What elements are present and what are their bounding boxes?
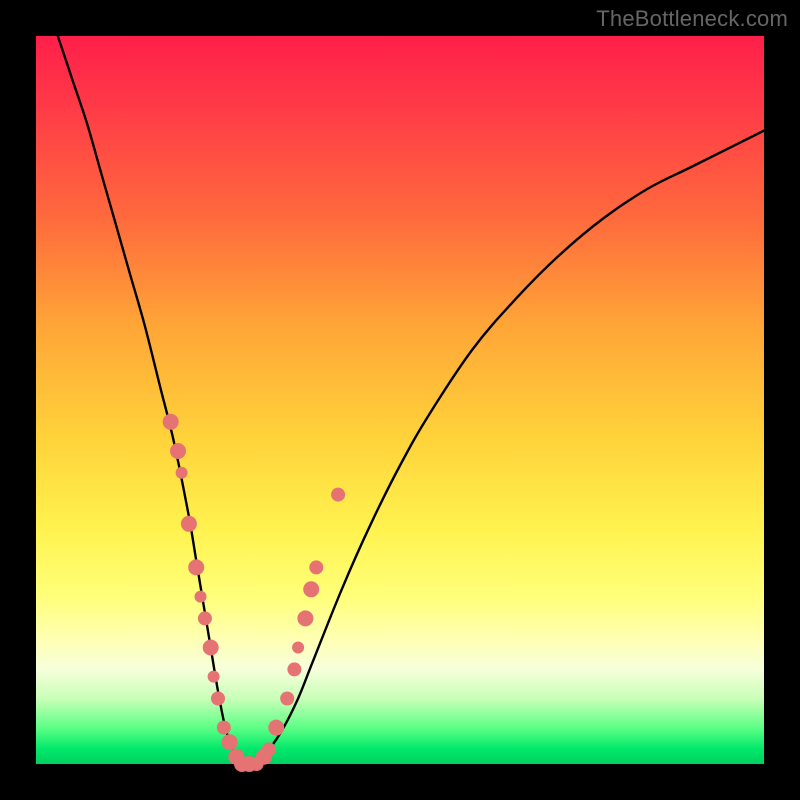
data-point [280, 692, 294, 706]
data-point [287, 662, 301, 676]
watermark-text: TheBottleneck.com [596, 6, 788, 32]
data-point [195, 591, 207, 603]
data-point [163, 414, 179, 430]
data-point [211, 692, 225, 706]
data-point [217, 721, 231, 735]
data-point [176, 467, 188, 479]
data-point [198, 611, 212, 625]
bottleneck-curve [58, 36, 764, 765]
data-point [303, 581, 319, 597]
plot-area [36, 36, 764, 764]
data-point [222, 734, 238, 750]
data-point [297, 610, 313, 626]
chart-svg [36, 36, 764, 764]
data-points-group [163, 414, 345, 772]
data-point [188, 559, 204, 575]
data-point [181, 516, 197, 532]
data-point [208, 671, 220, 683]
data-point [309, 560, 323, 574]
data-point [203, 640, 219, 656]
data-point [268, 720, 284, 736]
data-point [262, 742, 276, 756]
data-point [292, 642, 304, 654]
chart-frame: TheBottleneck.com [0, 0, 800, 800]
data-point [331, 488, 345, 502]
data-point [170, 443, 186, 459]
